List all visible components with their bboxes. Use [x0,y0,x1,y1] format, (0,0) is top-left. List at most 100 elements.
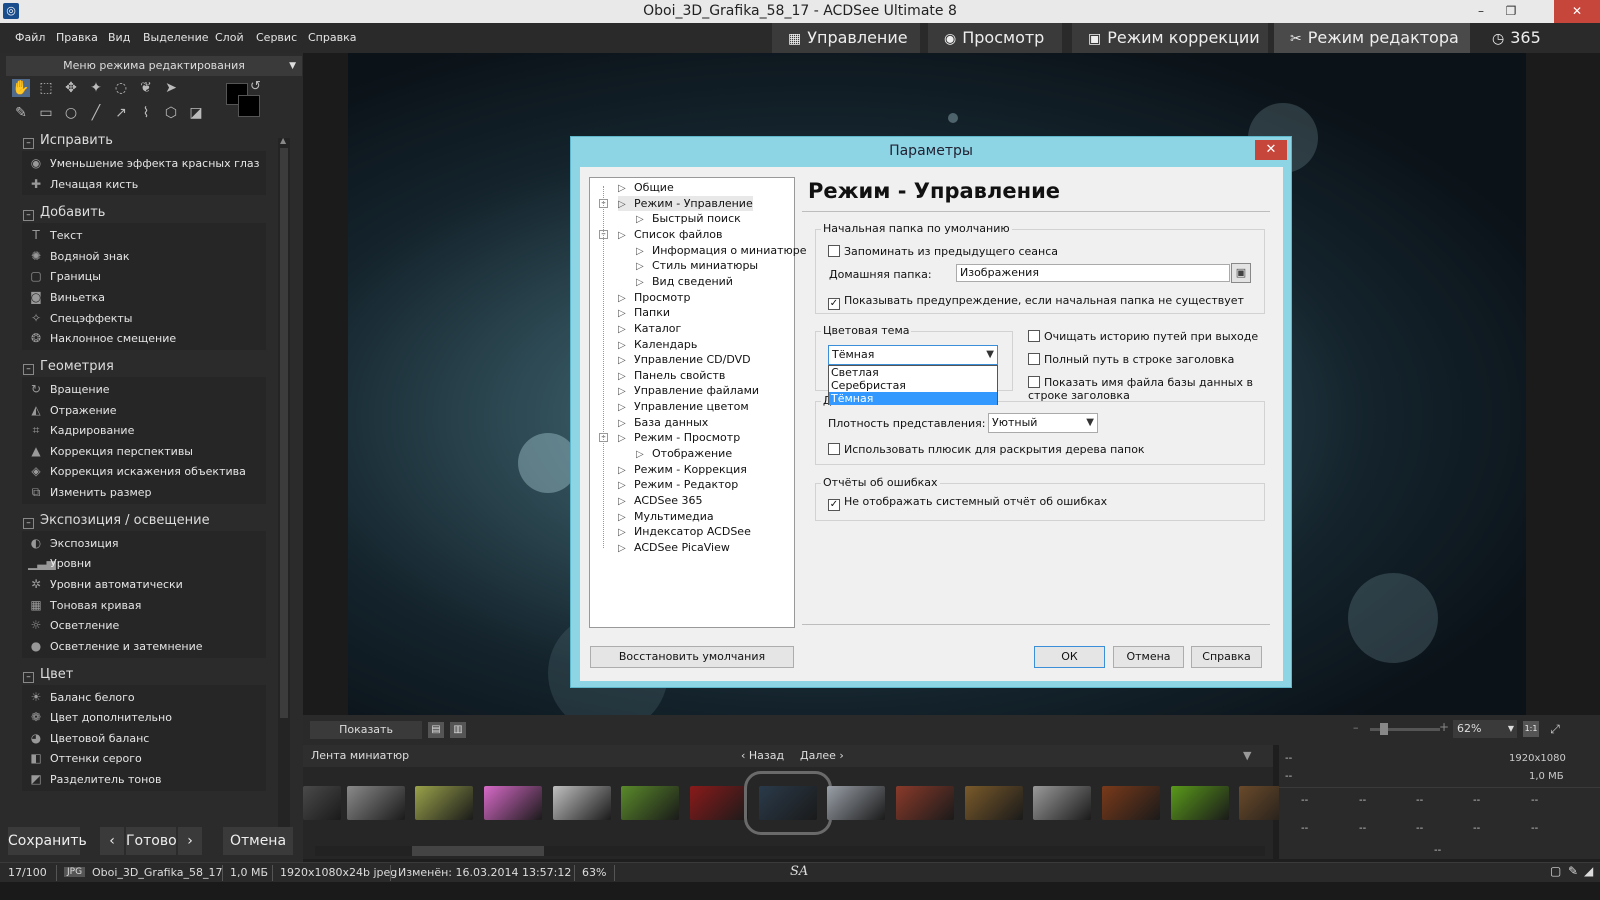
arrow-tool-icon[interactable]: ↗ [112,104,130,122]
item-grayscale[interactable]: ◧ Оттенки серого [28,748,141,768]
section-repair[interactable]: – Исправить [23,133,113,149]
section-add[interactable]: – Добавить [23,205,105,221]
item-resize[interactable]: ⧉ Изменить размер [28,482,152,502]
full-path-checkbox[interactable]: Полный путь в строке заголовка [1028,353,1234,367]
filmstrip-scroll-thumb[interactable] [412,846,544,856]
zoom-out-icon[interactable]: – [1353,721,1359,734]
cancel-edit-button[interactable]: Отмена [223,827,293,855]
section-color[interactable]: – Цвет [23,667,73,683]
polyline-tool-icon[interactable]: ⌇ [137,104,155,122]
warn-missing-checkbox[interactable]: ✓ Показывать предупреждение, если начальн… [828,294,1244,310]
actual-size-icon[interactable]: 1:1 [1523,721,1539,737]
item-color-balance[interactable]: ◕ Цветовой баланс [28,728,150,748]
tree-node[interactable]: ▷ Мультимедиа [618,509,714,524]
item-tilt-shift[interactable]: ❂ Наклонное смещение [28,328,176,348]
prev-button[interactable]: ‹ [100,827,124,855]
tree-node[interactable]: ▷ Папки [618,305,670,320]
item-vignette[interactable]: ◙ Виньетка [28,287,105,307]
item-split-tone[interactable]: ◩ Разделитель тонов [28,769,161,789]
tree-node[interactable]: ▷ Быстрый поиск [636,211,741,226]
resize-grip-icon[interactable]: ◢ [1584,864,1593,878]
edit-mode-menu-header[interactable]: Меню режима редактирования ▼ [6,56,302,76]
checkbox-db-name[interactable] [1028,376,1040,388]
pointer-tool-icon[interactable]: ➤ [162,79,180,97]
eraser-tool-icon[interactable]: ◪ [187,104,205,122]
theme-option-silver[interactable]: Серебристая [829,379,997,392]
filmstrip-thumbnail[interactable] [415,786,473,820]
item-exposure[interactable]: ◐ Экспозиция [28,533,119,553]
mode-develop-tab[interactable]: ▣ Режим коррекции [1072,23,1268,53]
filmstrip-thumbnail[interactable] [621,786,679,820]
compare-icon[interactable]: ▤ [428,722,444,738]
use-plus-checkbox[interactable]: Использовать плюсик для раскрытия дерева… [828,443,1145,457]
tree-node[interactable]: ▷ Общие [618,180,674,195]
filmstrip-thumbnail[interactable] [303,786,341,820]
item-white-balance[interactable]: ☀ Баланс белого [28,687,135,707]
brush-select-icon[interactable]: ❦ [137,79,155,97]
menu-view[interactable]: Вид [108,31,130,44]
mode-view-tab[interactable]: ◉ Просмотр [928,23,1062,53]
tree-node[interactable]: ▷ Список файлов [618,227,722,242]
tree-node[interactable]: ▷ ACDSee 365 [618,493,703,508]
filmstrip-thumbnail[interactable] [484,786,542,820]
item-borders[interactable]: ▢ Границы [28,266,101,286]
item-rotate[interactable]: ↻ Вращение [28,379,110,399]
zoom-level-select[interactable]: 62% ▼ [1453,720,1517,738]
dialog-close-button[interactable]: ✕ [1255,140,1287,160]
save-button[interactable]: Сохранить [8,827,87,855]
menu-help[interactable]: Справка [308,31,356,44]
item-lens-distortion[interactable]: ◈ Коррекция искажения объектива [28,461,245,481]
edit-status-icon[interactable]: ✎ [1568,864,1578,878]
filmstrip-thumbnail[interactable] [1171,786,1229,820]
no-error-report-checkbox[interactable]: ✓ Не отображать системный отчёт об ошибка… [828,495,1107,511]
zoom-slider-thumb[interactable] [1380,723,1388,735]
menu-layer[interactable]: Слой [215,31,244,44]
color-theme-select[interactable]: Тёмная ▼ [828,345,998,365]
tree-node[interactable]: ▷ Индексатор ACDSee [618,524,751,539]
rectangle-tool-icon[interactable]: ▭ [37,104,55,122]
filmstrip-thumbnail[interactable] [347,786,405,820]
tree-node[interactable]: ▷ Панель свойств [618,368,725,383]
browse-folder-button[interactable]: ▣ [1231,263,1251,283]
done-button[interactable]: Готово [126,827,177,855]
mode-365-tab[interactable]: ◷ 365 [1476,23,1560,53]
mode-manage-tab[interactable]: ▦ Управление [772,23,920,53]
item-perspective[interactable]: ▲ Коррекция перспективы [28,441,193,461]
tree-node[interactable]: ▷ Каталог [618,321,681,336]
tree-node[interactable]: ▷ Управление цветом [618,399,749,414]
tree-node[interactable]: ▷ Управление CD/DVD [618,352,751,367]
tree-node[interactable]: ▷ Режим - Просмотр [618,430,740,445]
restore-defaults-button[interactable]: Восстановить умолчания [590,646,794,668]
checkbox-remember[interactable] [828,245,840,257]
item-dodge-burn[interactable]: ● Осветление и затемнение [28,636,203,656]
tree-node[interactable]: ▷ Просмотр [618,290,690,305]
item-red-eye[interactable]: ◉ Уменьшение эффекта красных глаз [28,153,260,173]
mode-edit-tab[interactable]: ✂ Режим редактора [1274,23,1470,53]
tree-node[interactable]: ▷ Стиль миниатюры [636,258,758,273]
home-folder-field[interactable]: Изображения [956,264,1230,282]
section-geometry[interactable]: – Геометрия [23,359,114,375]
remember-session-checkbox[interactable]: Запоминать из предыдущего сеанса [828,245,1058,259]
section-exposure[interactable]: – Экспозиция / освещение [23,513,210,529]
menu-edit[interactable]: Правка [56,31,98,44]
filmstrip-thumbnail[interactable] [1033,786,1091,820]
tree-node[interactable]: ▷ ACDSee PicaView [618,540,730,555]
pencil-tool-icon[interactable]: ✎ [12,104,30,122]
tree-node[interactable]: ▷ Режим - Коррекция [618,462,747,477]
help-button[interactable]: Справка [1191,646,1262,668]
polygon-tool-icon[interactable]: ⬡ [162,104,180,122]
item-color-advanced[interactable]: ❁ Цвет дополнительно [28,707,172,727]
checkbox-clear-history[interactable] [1028,330,1040,342]
tree-node[interactable]: ▷ Информация о миниатюре [636,243,807,258]
select-tool-icon[interactable]: ⬚ [37,79,55,97]
tree-node[interactable]: ▷ База данных [618,415,708,430]
item-levels[interactable]: ▁▃▅Уровни [28,553,91,573]
tree-node[interactable]: ▷ Режим - Редактор [618,477,738,492]
density-select[interactable]: Уютный ▼ [988,413,1098,433]
checkbox-warn[interactable]: ✓ [828,298,840,310]
lasso-tool-icon[interactable]: ◌ [112,79,130,97]
theme-option-dark[interactable]: Тёмная [829,392,997,405]
clear-history-checkbox[interactable]: Очищать историю путей при выходе [1028,330,1258,344]
background-color-swatch[interactable] [238,95,260,117]
tree-node[interactable]: ▷ Отображение [636,446,732,461]
